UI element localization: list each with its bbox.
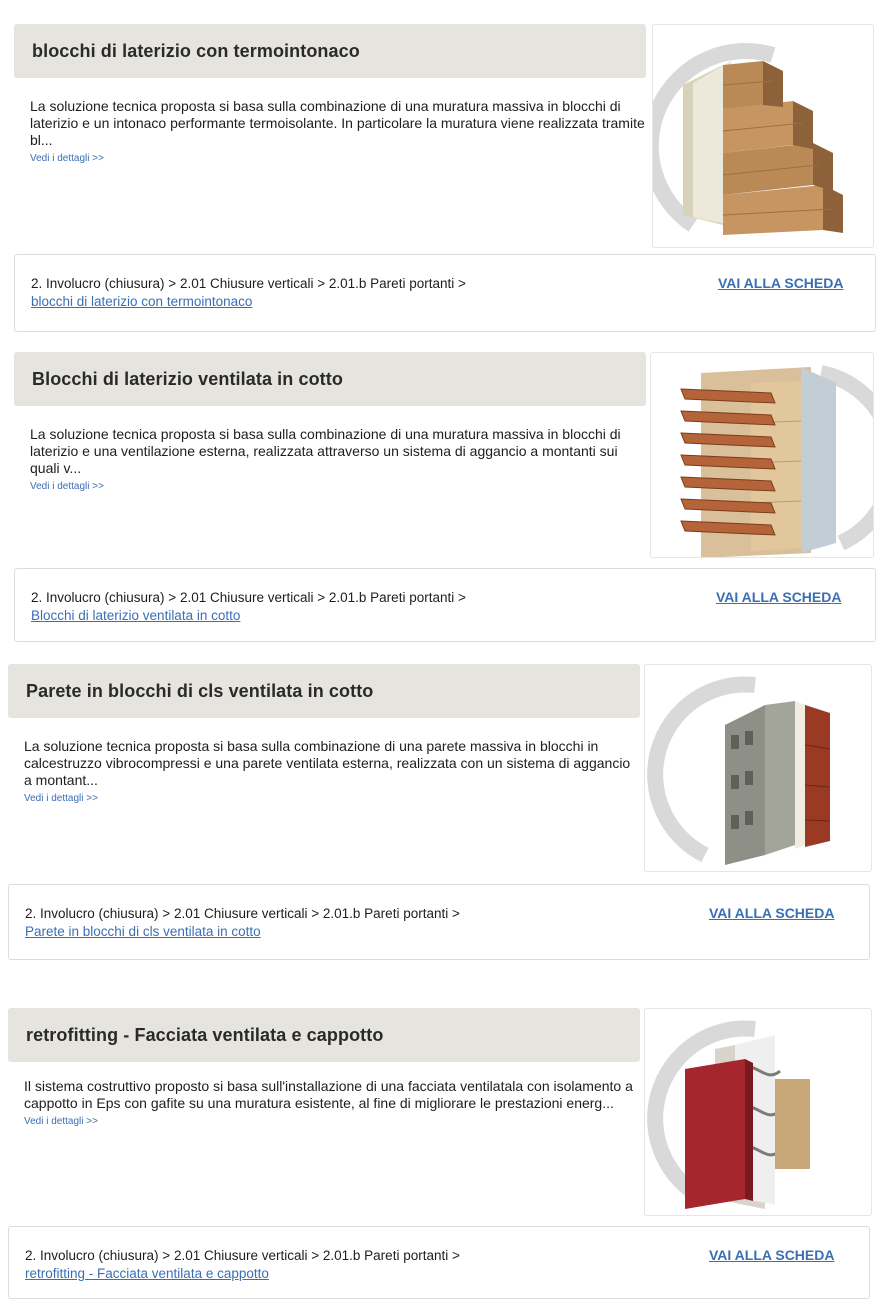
ventilated-terracotta-wall-icon [680,365,873,557]
description-text: La soluzione tecnica proposta si basa su… [24,738,631,788]
breadcrumb: 2. Involucro (chiusura) > 2.01 Chiusure … [31,589,466,625]
breadcrumb-link[interactable]: retrofitting - Facciata ventilata e capp… [25,1266,269,1281]
description-text: Il sistema costruttivo proposto si basa … [24,1078,633,1111]
breadcrumb: 2. Involucro (chiusura) > 2.01 Chiusure … [25,1247,460,1283]
breadcrumb-path: 2. Involucro (chiusura) > 2.01 Chiusure … [31,590,466,605]
product-image [652,24,874,248]
card-title: blocchi di laterizio con termointonaco [14,24,646,78]
breadcrumb-path: 2. Involucro (chiusura) > 2.01 Chiusure … [25,1248,460,1263]
open-sheet-button[interactable]: VAI ALLA SCHEDA [709,905,834,921]
details-link[interactable]: Vedi i dettagli >> [30,150,646,167]
product-image [650,352,874,558]
open-sheet-button[interactable]: VAI ALLA SCHEDA [716,589,841,605]
card-description: La soluzione tecnica proposta si basa su… [30,426,646,495]
brick-wall-plaster-icon [653,43,843,235]
breadcrumb-box: 2. Involucro (chiusura) > 2.01 Chiusure … [8,1226,870,1299]
result-card: blocchi di laterizio con termointonaco L… [0,0,876,332]
result-card: Blocchi di laterizio ventilata in cotto … [0,350,876,642]
open-sheet-button[interactable]: VAI ALLA SCHEDA [709,1247,834,1263]
description-text: La soluzione tecnica proposta si basa su… [30,426,621,476]
retrofit-facade-icon [647,1020,810,1209]
open-sheet-button[interactable]: VAI ALLA SCHEDA [718,275,843,291]
breadcrumb-path: 2. Involucro (chiusura) > 2.01 Chiusure … [25,906,460,921]
breadcrumb-box: 2. Involucro (chiusura) > 2.01 Chiusure … [14,568,876,642]
breadcrumb-box: 2. Involucro (chiusura) > 2.01 Chiusure … [14,254,876,332]
product-image [644,1008,872,1216]
result-card: Parete in blocchi di cls ventilata in co… [0,662,876,962]
breadcrumb-path: 2. Involucro (chiusura) > 2.01 Chiusure … [31,276,466,291]
product-image [644,664,872,872]
details-link[interactable]: Vedi i dettagli >> [30,478,646,495]
breadcrumb-link[interactable]: Blocchi di laterizio ventilata in cotto [31,608,240,623]
card-description: La soluzione tecnica proposta si basa su… [24,738,640,807]
details-link[interactable]: Vedi i dettagli >> [24,1113,640,1130]
card-description: La soluzione tecnica proposta si basa su… [30,98,646,167]
breadcrumb: 2. Involucro (chiusura) > 2.01 Chiusure … [31,275,466,311]
card-title: retrofitting - Facciata ventilata e capp… [8,1008,640,1062]
card-description: Il sistema costruttivo proposto si basa … [24,1078,640,1130]
result-card: retrofitting - Facciata ventilata e capp… [0,1006,876,1299]
breadcrumb: 2. Involucro (chiusura) > 2.01 Chiusure … [25,905,460,941]
concrete-block-wall-icon [647,676,831,865]
card-title: Parete in blocchi di cls ventilata in co… [8,664,640,718]
description-text: La soluzione tecnica proposta si basa su… [30,98,645,148]
breadcrumb-link[interactable]: Parete in blocchi di cls ventilata in co… [25,924,261,939]
card-title: Blocchi di laterizio ventilata in cotto [14,352,646,406]
details-link[interactable]: Vedi i dettagli >> [24,790,640,807]
breadcrumb-link[interactable]: blocchi di laterizio con termointonaco [31,294,252,309]
breadcrumb-box: 2. Involucro (chiusura) > 2.01 Chiusure … [8,884,870,960]
